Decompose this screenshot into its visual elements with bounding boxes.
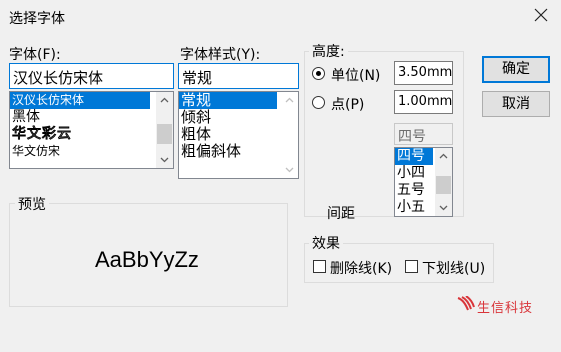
font-list-item[interactable]: 华文仿宋 [10,143,173,160]
brand-name: 生信科技 [477,301,534,316]
cancel-button[interactable]: 取消 [482,91,550,117]
chevron-up-icon[interactable] [159,95,170,106]
unit-radio-label[interactable]: 单位(N) [331,65,380,85]
size-list-item[interactable]: 四号 [395,148,433,165]
preview-sample-text: AaBbYyZz [95,247,199,272]
point-radio[interactable] [312,96,325,109]
strikethrough-label[interactable]: 删除线(K) [330,258,392,278]
font-list-item[interactable]: 黑体 [10,109,173,126]
size-list[interactable]: 四号 小四 五号 小五 [394,147,453,217]
font-list-item[interactable]: 华文彩云 [10,126,173,143]
size-input[interactable]: 四号 [394,123,453,145]
chevron-up-icon[interactable] [284,95,295,106]
underline-checkbox[interactable] [405,260,418,273]
point-radio-label[interactable]: 点(P) [331,94,364,114]
size-list-scrollbar[interactable] [435,148,452,216]
font-style-list[interactable]: 常规 倾斜 粗体 粗偏斜体 [178,91,299,179]
chevron-down-icon[interactable] [159,154,170,165]
style-list-scrollbar[interactable] [281,92,298,178]
style-list-item[interactable]: 常规 [179,92,277,109]
font-style-label: 字体样式(Y): [180,47,261,63]
spacing-label: 间距 [327,206,355,222]
scrollbar-thumb[interactable] [436,176,451,194]
font-label: 字体(F): [9,47,61,63]
strikethrough-checkbox[interactable] [313,260,326,273]
font-list[interactable]: 汉仪长仿宋体 黑体 华文彩云 华文仿宋 [9,91,174,169]
close-icon[interactable] [532,6,550,24]
chevron-down-icon[interactable] [438,202,449,213]
effects-group-label: 效果 [309,233,343,253]
underline-label[interactable]: 下划线(U) [422,258,485,278]
font-list-item[interactable]: 汉仪长仿宋体 [10,92,150,109]
chevron-up-icon[interactable] [438,151,449,162]
scrollbar-thumb[interactable] [157,124,172,144]
font-list-scrollbar[interactable] [156,92,173,168]
font-name-input[interactable]: 汉仪长仿宋体 [9,63,174,89]
ok-button[interactable]: 确定 [482,56,550,83]
font-style-input[interactable]: 常规 [178,63,299,89]
unit-radio[interactable] [312,67,325,80]
window-title: 选择字体 [9,11,65,27]
preview-group-label: 预览 [15,194,49,214]
point-value-input[interactable]: 1.00mm [394,90,453,114]
chevron-down-icon[interactable] [284,164,295,175]
unit-value-input[interactable]: 3.50mm [394,61,453,85]
brand-logo-icon [457,296,475,311]
height-group-label: 高度: [309,41,348,61]
